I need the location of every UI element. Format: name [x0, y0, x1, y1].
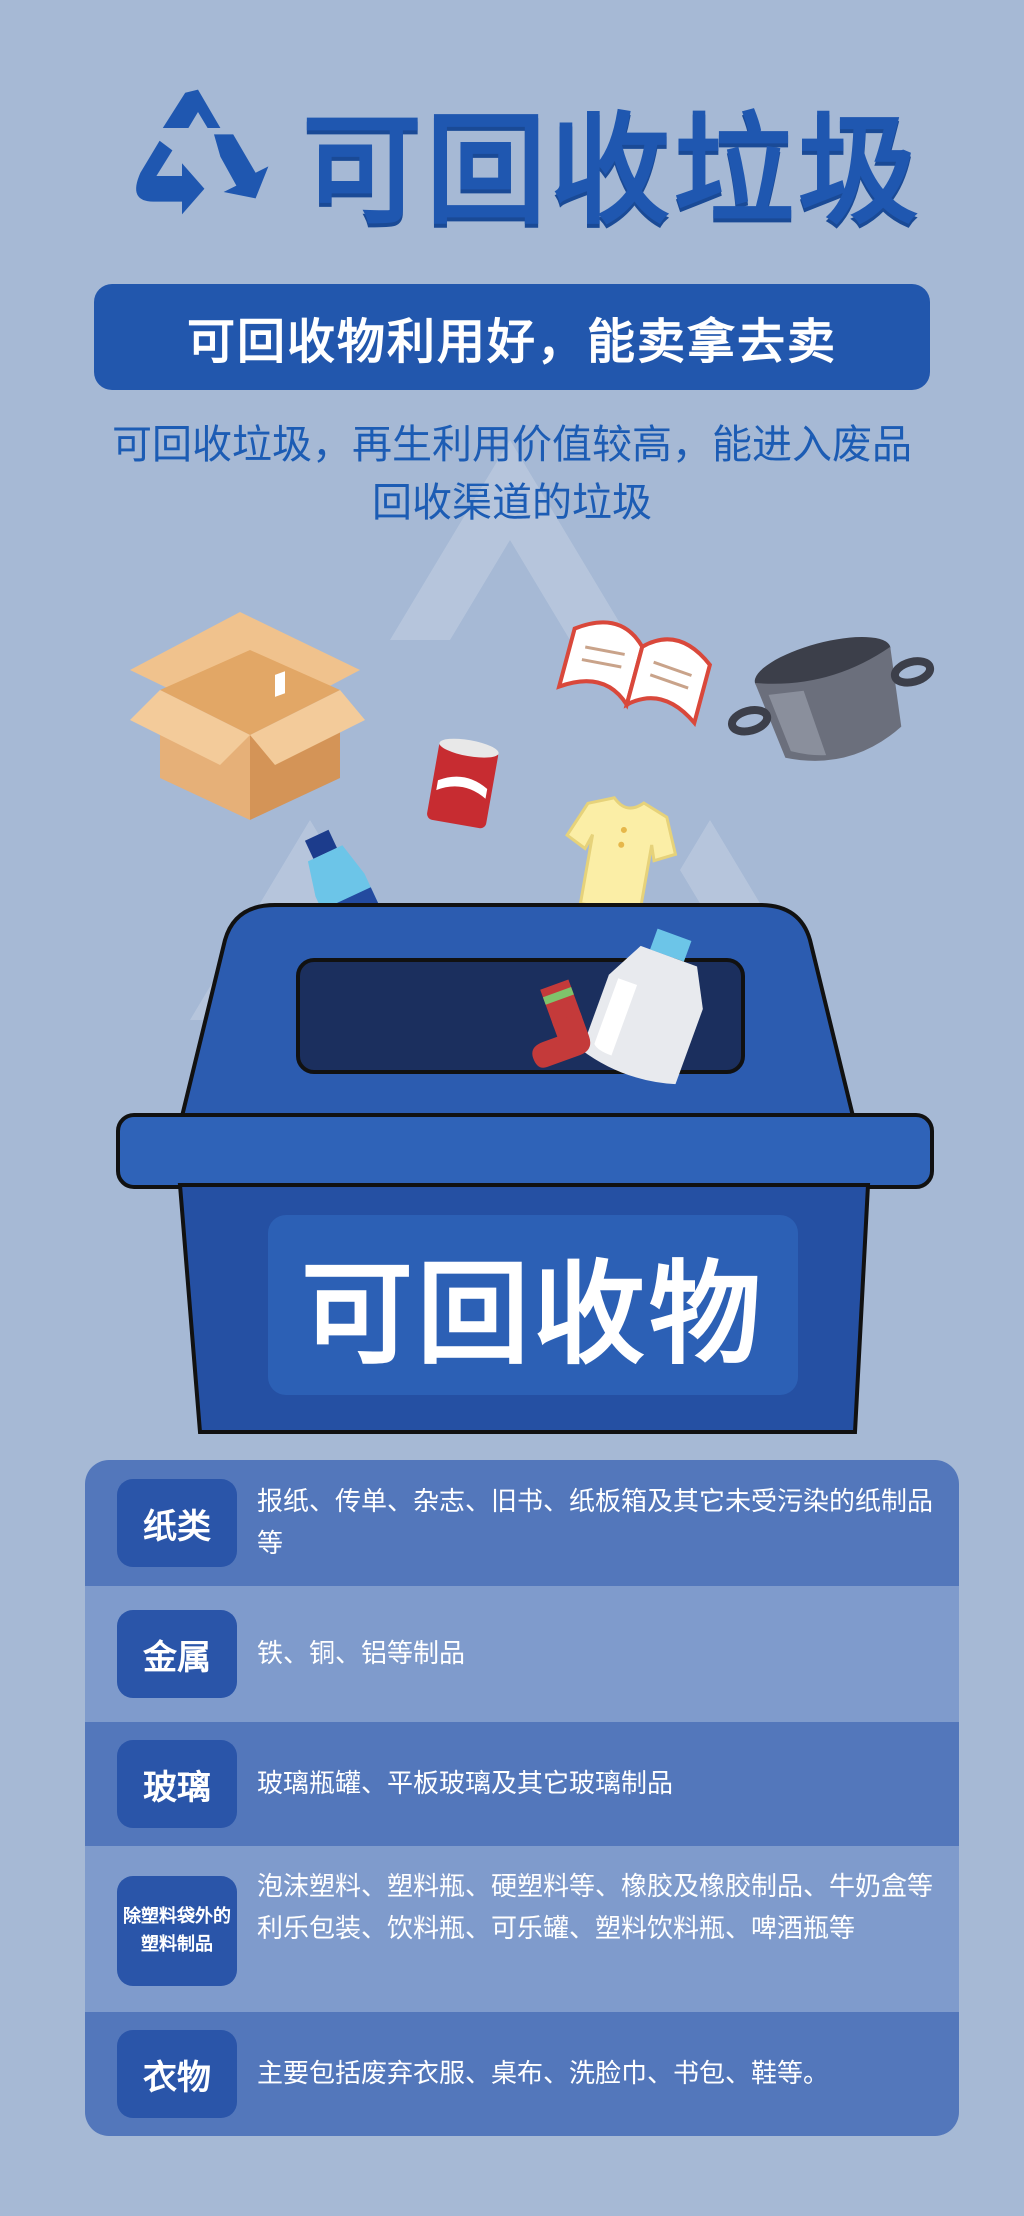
category-badge: 衣物: [117, 2030, 237, 2118]
cardboard-box-icon: [130, 612, 365, 820]
intro-text: 可回收垃圾，再生利用价值较高，能进入废品回收渠道的垃圾: [112, 422, 912, 526]
category-desc: 报纸、传单、杂志、旧书、纸板箱及其它未受污染的纸制品等: [257, 1487, 934, 1559]
category-badge: 除塑料袋外的塑料制品: [117, 1876, 237, 1986]
book-icon: [556, 620, 713, 728]
subtitle-banner: 可回收物利用好，能卖拿去卖: [94, 284, 930, 390]
header-title-row: 可回收垃圾: [80, 70, 960, 250]
page-title: 可回收垃圾: [302, 102, 922, 241]
category-badge: 金属: [117, 1610, 237, 1698]
table-row: 金属 铁、铜、铝等制品: [85, 1586, 959, 1722]
table-row: 玻璃 玻璃瓶罐、平板玻璃及其它玻璃制品: [85, 1722, 959, 1846]
can-icon: [427, 738, 499, 829]
recycle-icon: [136, 89, 269, 215]
bin-label: 可回收物: [268, 1215, 798, 1395]
table-row: 纸类 报纸、传单、杂志、旧书、纸板箱及其它未受污染的纸制品等: [85, 1460, 959, 1586]
category-desc: 玻璃瓶罐、平板玻璃及其它玻璃制品: [257, 1769, 674, 1799]
category-badge: 玻璃: [117, 1740, 237, 1828]
pot-icon: [727, 636, 935, 761]
category-badge: 纸类: [117, 1479, 237, 1567]
category-table: 纸类 报纸、传单、杂志、旧书、纸板箱及其它未受污染的纸制品等 金属 铁、铜、铝等…: [85, 1460, 959, 2136]
category-desc: 铁、铜、铝等制品: [257, 1639, 466, 1669]
table-row: 除塑料袋外的塑料制品 泡沫塑料、塑料瓶、硬塑料等、橡胶及橡胶制品、牛奶盒等利乐包…: [85, 1846, 959, 2012]
table-row: 衣物 主要包括废弃衣服、桌布、洗脸巾、书包、鞋等。: [85, 2012, 959, 2136]
category-desc: 主要包括废弃衣服、桌布、洗脸巾、书包、鞋等。: [257, 2059, 830, 2089]
tshirt-icon: [565, 796, 678, 916]
category-desc: 泡沫塑料、塑料瓶、硬塑料等、橡胶及橡胶制品、牛奶盒等利乐包装、饮料瓶、可乐罐、塑…: [257, 1872, 934, 1944]
